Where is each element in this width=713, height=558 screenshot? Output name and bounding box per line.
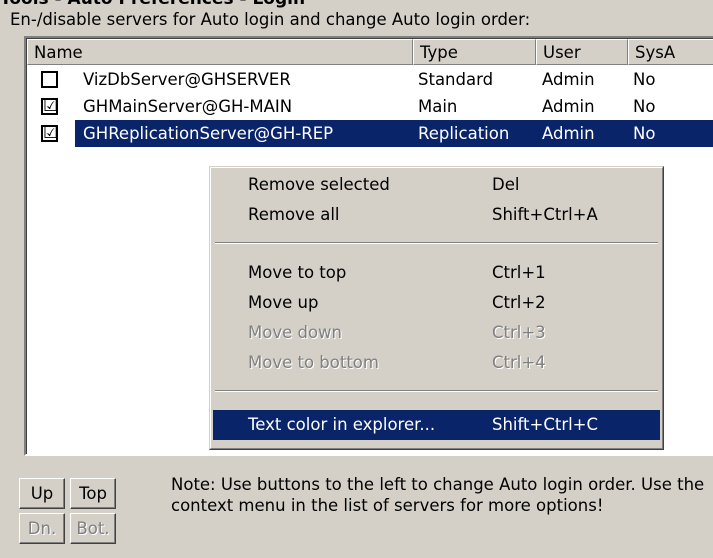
menu-item-shortcut: Ctrl+4	[492, 353, 546, 372]
column-header-type[interactable]: Type	[413, 39, 536, 65]
table-row-selected[interactable]: ☑ GHReplicationServer@GH-REP Replication…	[27, 120, 713, 147]
menu-item-text-color[interactable]: Text color in explorer... Shift+Ctrl+C	[213, 410, 660, 440]
help-note: Note: Use buttons to the left to change …	[171, 475, 705, 515]
menu-item-move-to-top[interactable]: Move to top Ctrl+1	[213, 258, 660, 288]
menu-item-move-up[interactable]: Move up Ctrl+2	[213, 288, 660, 318]
menu-item-label: Move down	[248, 323, 343, 342]
server-user: Admin	[542, 70, 595, 89]
menu-item-label: Move to top	[248, 263, 347, 282]
window-title: Tools - Auto Preferences - Login	[0, 0, 713, 8]
menu-item-label: Remove selected	[248, 175, 390, 194]
server-sysa: No	[633, 97, 656, 116]
menu-item-shortcut: Shift+Ctrl+C	[492, 415, 599, 434]
server-sysa: No	[633, 124, 656, 143]
menu-item-label: Move up	[248, 293, 319, 312]
enable-checkbox[interactable]: ☑	[41, 96, 59, 116]
menu-item-remove-all[interactable]: Remove all Shift+Ctrl+A	[213, 200, 660, 230]
enable-checkbox[interactable]: ☑	[41, 123, 59, 143]
context-menu: Remove selected Del Remove all Shift+Ctr…	[209, 166, 664, 450]
menu-separator	[215, 390, 658, 392]
server-type: Replication	[418, 124, 510, 143]
server-type: Standard	[418, 70, 494, 89]
server-sysa: No	[633, 70, 656, 89]
move-top-button[interactable]: Top	[70, 478, 116, 509]
checkmark-icon: ☑	[43, 123, 59, 143]
menu-item-remove-selected[interactable]: Remove selected Del	[213, 170, 660, 200]
server-name: GHReplicationServer@GH-REP	[83, 124, 334, 143]
move-down-button[interactable]: Dn.	[19, 513, 65, 544]
menu-item-move-down[interactable]: Move down Ctrl+3	[213, 318, 660, 348]
menu-item-shortcut: Ctrl+1	[492, 263, 546, 282]
move-up-button[interactable]: Up	[19, 478, 65, 509]
server-name: VizDbServer@GHSERVER	[83, 70, 291, 89]
menu-item-shortcut: Ctrl+2	[492, 293, 546, 312]
server-user: Admin	[542, 97, 595, 116]
menu-item-move-to-bottom[interactable]: Move to bottom Ctrl+4	[213, 348, 660, 378]
menu-separator	[215, 242, 658, 244]
menu-item-shortcut: Shift+Ctrl+A	[492, 205, 598, 224]
menu-item-label: Remove all	[248, 205, 340, 224]
menu-item-label: Move to bottom	[248, 353, 379, 372]
server-user: Admin	[542, 124, 595, 143]
menu-item-shortcut: Ctrl+3	[492, 323, 546, 342]
menu-item-shortcut: Del	[492, 175, 520, 194]
section-label: En-/disable servers for Auto login and c…	[10, 10, 531, 29]
table-row[interactable]: VizDbServer@GHSERVER Standard Admin No	[27, 66, 713, 93]
column-header-user[interactable]: User	[536, 39, 628, 65]
server-type: Main	[418, 97, 458, 116]
table-row[interactable]: ☑ GHMainServer@GH-MAIN Main Admin No	[27, 93, 713, 120]
enable-checkbox[interactable]	[41, 71, 58, 88]
column-header-sysa[interactable]: SysA	[628, 39, 713, 65]
column-header-name[interactable]: Name	[27, 39, 413, 65]
checkmark-icon: ☑	[43, 96, 59, 116]
server-name: GHMainServer@GH-MAIN	[83, 97, 293, 116]
menu-item-label: Text color in explorer...	[248, 415, 436, 434]
move-bottom-button[interactable]: Bot.	[70, 513, 116, 544]
